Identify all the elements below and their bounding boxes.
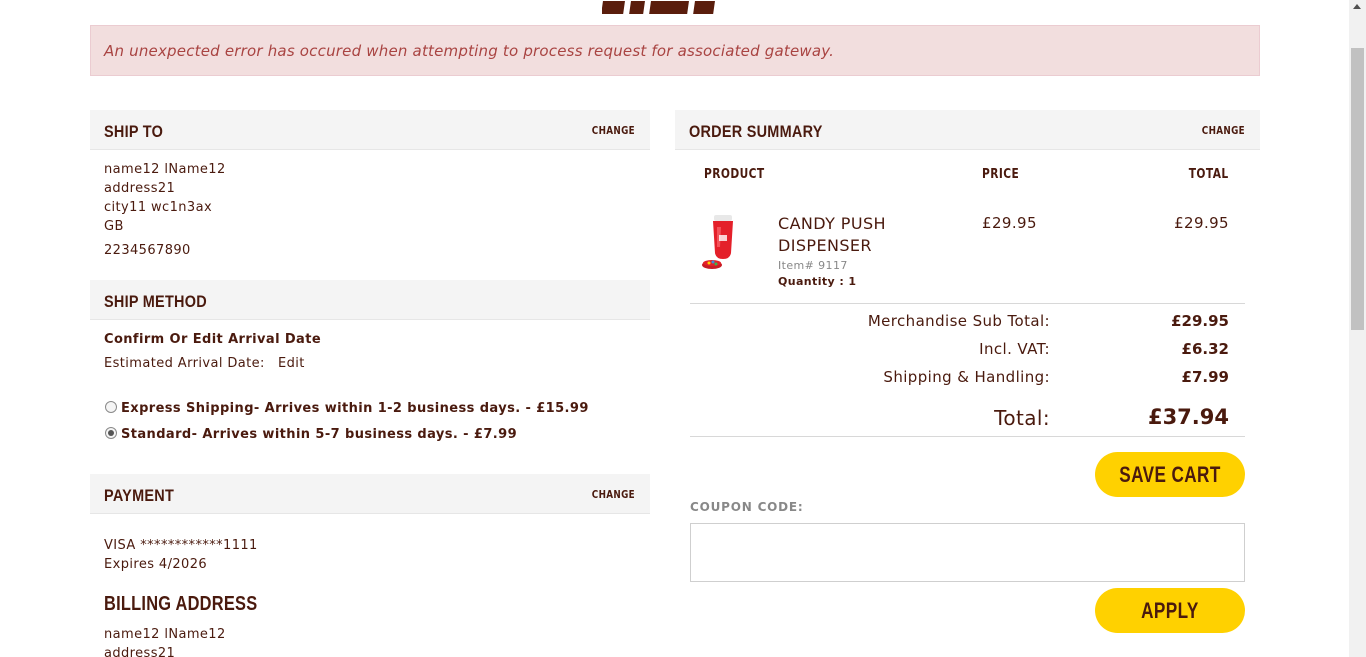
ship-method-header: SHIP METHOD bbox=[90, 280, 650, 320]
billing-address: address21 bbox=[104, 646, 176, 657]
save-cart-button[interactable]: SAVE CART bbox=[1095, 452, 1245, 497]
vat-value: £6.32 bbox=[1181, 340, 1229, 358]
standard-shipping-radio[interactable] bbox=[105, 427, 117, 439]
standard-shipping-label[interactable]: Standard- Arrives within 5-7 business da… bbox=[121, 425, 517, 444]
subtotal-label: Merchandise Sub Total: bbox=[867, 312, 1050, 330]
billing-name: name12 lName12 bbox=[104, 627, 226, 642]
apply-coupon-button[interactable]: APPLY bbox=[1095, 588, 1245, 633]
express-shipping-radio[interactable] bbox=[105, 401, 117, 413]
shipping-value: £7.99 bbox=[1181, 368, 1229, 386]
ship-to-title: SHIP TO bbox=[104, 122, 164, 141]
page-scrollbar[interactable] bbox=[1349, 0, 1366, 657]
ship-to-phone: 2234567890 bbox=[104, 243, 191, 258]
shipping-label: Shipping & Handling: bbox=[883, 368, 1050, 386]
ship-to-address: address21 bbox=[104, 181, 176, 196]
column-product: PRODUCT bbox=[704, 167, 765, 182]
total-label: Total: bbox=[994, 406, 1050, 430]
ship-to-header: SHIP TO CHANGE bbox=[90, 110, 650, 150]
billing-address-title: BILLING ADDRESS bbox=[104, 593, 258, 615]
product-total: £29.95 bbox=[1174, 214, 1229, 232]
payment-expires: Expires 4/2026 bbox=[104, 557, 208, 572]
ship-method-title: SHIP METHOD bbox=[104, 292, 207, 311]
apply-label: APPLY bbox=[1141, 598, 1199, 623]
ship-to-city: city11 wc1n3ax bbox=[104, 200, 213, 215]
ship-to-country: GB bbox=[104, 219, 124, 234]
error-message: An unexpected error has occured when att… bbox=[104, 42, 835, 60]
product-name-line2[interactable]: DISPENSER bbox=[778, 235, 872, 257]
payment-header: PAYMENT CHANGE bbox=[90, 474, 650, 514]
scrollbar-thumb[interactable] bbox=[1351, 48, 1364, 330]
express-shipping-label[interactable]: Express Shipping- Arrives within 1-2 bus… bbox=[121, 399, 589, 418]
subtotal-value: £29.95 bbox=[1171, 312, 1229, 330]
column-total: TOTAL bbox=[1189, 167, 1229, 182]
estimated-arrival-label: Estimated Arrival Date: bbox=[104, 356, 265, 371]
ship-to-change-link[interactable]: CHANGE bbox=[592, 124, 635, 137]
coupon-code-input[interactable] bbox=[690, 523, 1245, 582]
payment-card: VISA ************1111 bbox=[104, 538, 258, 553]
total-value: £37.94 bbox=[1147, 405, 1229, 429]
divider bbox=[690, 436, 1245, 437]
divider bbox=[690, 303, 1245, 304]
error-banner: An unexpected error has occured when att… bbox=[90, 25, 1260, 76]
payment-title: PAYMENT bbox=[104, 486, 175, 505]
coupon-code-label: COUPON CODE: bbox=[690, 500, 804, 514]
edit-arrival-link[interactable]: Edit bbox=[278, 354, 305, 373]
save-cart-label: SAVE CART bbox=[1119, 462, 1221, 487]
brand-logo bbox=[602, 0, 752, 14]
order-summary-header: ORDER SUMMARY CHANGE bbox=[675, 110, 1260, 150]
product-price: £29.95 bbox=[982, 214, 1037, 232]
product-quantity: Quantity : 1 bbox=[778, 275, 857, 288]
scroll-up-arrow-icon[interactable] bbox=[1353, 4, 1361, 9]
product-image[interactable] bbox=[700, 213, 744, 275]
confirm-arrival-label: Confirm Or Edit Arrival Date bbox=[104, 332, 322, 347]
vat-label: Incl. VAT: bbox=[979, 340, 1050, 358]
payment-change-link[interactable]: CHANGE bbox=[592, 488, 635, 501]
column-price: PRICE bbox=[982, 167, 1020, 182]
order-summary-title: ORDER SUMMARY bbox=[689, 122, 823, 141]
order-summary-change-link[interactable]: CHANGE bbox=[1202, 124, 1245, 137]
ship-to-name: name12 lName12 bbox=[104, 162, 226, 177]
product-name-line1[interactable]: CANDY PUSH bbox=[778, 213, 886, 235]
